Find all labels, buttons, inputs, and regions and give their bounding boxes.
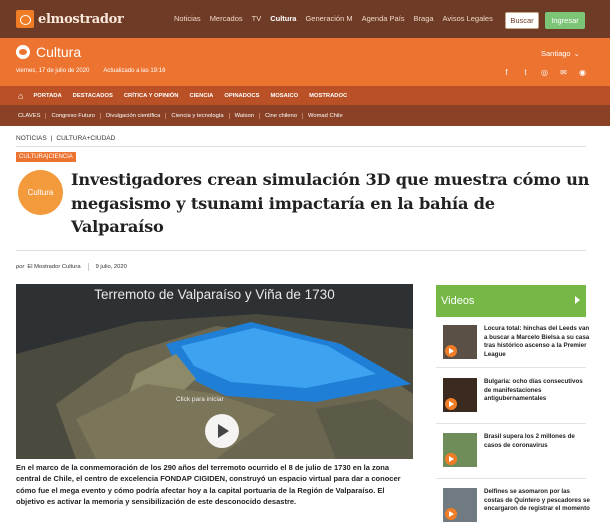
publish-date: 9 julio, 2020	[95, 264, 127, 270]
sub-nav-item[interactable]: Cine chileno	[259, 112, 302, 119]
main-nav-item[interactable]: CIENCIA	[189, 93, 213, 99]
video-title[interactable]: Delfines se asomaron por las costas de Q…	[484, 488, 590, 514]
category-tag[interactable]: CULTURA|CIENCIA	[16, 152, 76, 162]
main-nav-item[interactable]: DESTACADOS	[73, 93, 113, 99]
main-nav-item[interactable]: CRÍTICA Y OPINIÓN	[124, 93, 179, 99]
video-player[interactable]: Terremoto de Valparaíso y Viña de 1730 C…	[16, 284, 413, 459]
play-icon	[445, 398, 457, 410]
byline-separator	[87, 263, 89, 271]
video-title: Terremoto de Valparaíso y Viña de 1730	[94, 287, 335, 302]
top-nav-item[interactable]: Agenda País	[362, 14, 405, 23]
sub-nav: CLAVES Congreso Futuro Divulgación cient…	[0, 105, 610, 126]
byline-prefix: por	[16, 264, 25, 270]
video-thumbnail	[443, 433, 477, 467]
article-headline: Investigadores crean simulación 3D que m…	[71, 170, 590, 236]
article-lead: En el marco de la conmemoración de los 2…	[16, 463, 401, 506]
social-links: f t ◎ ✉ ◉	[502, 68, 587, 77]
top-nav-item[interactable]: Braga	[414, 14, 434, 23]
top-nav-item[interactable]: Mercados	[210, 14, 243, 23]
main-nav: ⌂ PORTADA DESTACADOS CRÍTICA Y OPINIÓN C…	[0, 86, 610, 105]
sub-nav-item[interactable]: Divulgación científica	[99, 112, 165, 119]
breadcrumb-link[interactable]: CULTURA+CIUDAD	[56, 135, 115, 142]
byline: por El Mostrador Cultura 9 julio, 2020	[16, 263, 127, 271]
video-thumbnail	[443, 378, 477, 412]
divider	[16, 250, 586, 251]
login-button[interactable]: Ingresar	[545, 12, 585, 29]
category-badge: Cultura	[18, 170, 63, 215]
sub-nav-item[interactable]: Ciencia y tecnología	[165, 112, 228, 119]
logo-text: elmostrador	[38, 11, 124, 27]
updated-time: Actualizado a las 19:16	[103, 68, 166, 74]
main-nav-item[interactable]: PORTADA	[33, 93, 61, 99]
video-list-item[interactable]: Locura total: hinchas del Leeds van a bu…	[443, 325, 593, 361]
twitter-icon[interactable]: t	[521, 68, 530, 77]
current-date: viernes, 17 de julio de 2020	[16, 68, 90, 74]
main-nav-item[interactable]: MOSTRADOC	[309, 93, 347, 99]
play-icon[interactable]	[205, 414, 239, 448]
section-name: Cultura	[36, 44, 82, 60]
chevron-right-icon	[575, 296, 580, 304]
video-list-item[interactable]: Bulgaria: ocho días consecutivos de mani…	[443, 378, 593, 414]
city-selector[interactable]: Santiago ⌄	[541, 49, 580, 58]
top-nav-item[interactable]: Noticias	[174, 14, 201, 23]
breadcrumb-separator: |	[50, 135, 53, 142]
breadcrumb: NOTICIAS | CULTURA+CIUDAD	[16, 135, 115, 142]
video-list-item[interactable]: Brasil supera los 2 millones de casos de…	[443, 433, 593, 469]
video-thumbnail	[443, 325, 477, 359]
breadcrumb-link[interactable]: NOTICIAS	[16, 135, 47, 142]
top-nav-item[interactable]: TV	[252, 14, 262, 23]
sub-nav-item[interactable]: CLAVES	[18, 113, 45, 119]
date-line: viernes, 17 de julio de 2020 Actualizado…	[16, 68, 165, 74]
top-bar: elmostrador Noticias Mercados TV Cultura…	[0, 0, 610, 38]
videos-header[interactable]: Videos	[436, 285, 586, 317]
facebook-icon[interactable]: f	[502, 68, 511, 77]
main-nav-item[interactable]: OPINADOCS	[224, 93, 259, 99]
video-hint: Click para iniciar	[176, 396, 224, 403]
sub-nav-item[interactable]: Womad Chile	[301, 112, 348, 119]
author-name[interactable]: El Mostrador Cultura	[27, 264, 80, 270]
videos-title: Videos	[441, 295, 475, 307]
main-nav-item[interactable]: MOSAICO	[270, 93, 298, 99]
video-title[interactable]: Brasil supera los 2 millones de casos de…	[484, 433, 590, 450]
play-icon	[445, 345, 457, 357]
top-nav-item[interactable]: Generación M	[305, 14, 352, 23]
rss-icon[interactable]: ◉	[578, 68, 587, 77]
sub-nav-item[interactable]: Congreso Futuro	[45, 112, 100, 119]
play-icon	[445, 508, 457, 520]
video-title[interactable]: Bulgaria: ocho días consecutivos de mani…	[484, 378, 590, 404]
top-nav: Noticias Mercados TV Cultura Generación …	[174, 14, 502, 23]
video-thumbnail	[443, 488, 477, 522]
top-nav-item-active[interactable]: Cultura	[270, 14, 296, 23]
video-list-item[interactable]: Delfines se asomaron por las costas de Q…	[443, 488, 593, 524]
play-icon	[445, 453, 457, 465]
section-title[interactable]: Cultura	[16, 44, 81, 60]
search-button[interactable]: Buscar	[505, 12, 539, 29]
logo-mark-icon	[16, 10, 34, 28]
divider	[16, 146, 586, 147]
top-nav-item[interactable]: Avisos Legales	[443, 14, 493, 23]
instagram-icon[interactable]: ◎	[540, 68, 549, 77]
sub-nav-item[interactable]: Watson	[228, 112, 259, 119]
chevron-down-icon: ⌄	[573, 49, 580, 58]
city-name: Santiago	[541, 49, 571, 58]
eye-icon	[16, 45, 30, 59]
section-header	[0, 38, 610, 86]
site-logo[interactable]: elmostrador	[16, 9, 124, 29]
home-icon[interactable]: ⌂	[18, 91, 23, 101]
video-title[interactable]: Locura total: hinchas del Leeds van a bu…	[484, 325, 590, 359]
divider	[436, 478, 586, 479]
divider	[436, 367, 586, 368]
mail-icon[interactable]: ✉	[559, 68, 568, 77]
divider	[436, 423, 586, 424]
